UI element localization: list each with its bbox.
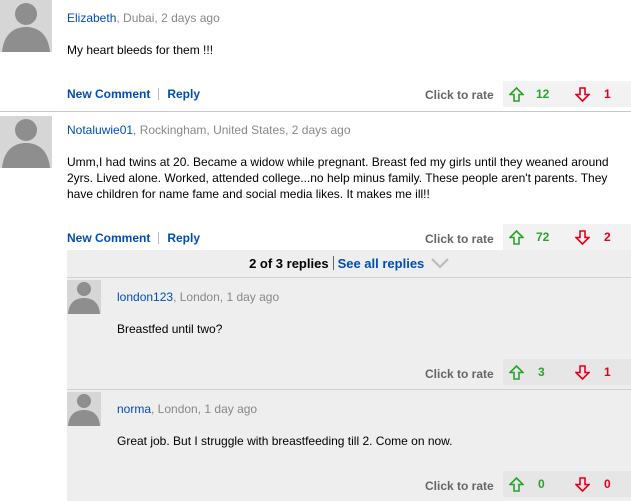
upvote-count: 72	[536, 230, 550, 244]
new-comment-link[interactable]: New Comment	[67, 231, 150, 245]
click-to-rate-label: Click to rate	[425, 367, 494, 381]
reply-author-link[interactable]: london123	[117, 290, 173, 304]
thumb-up-arrow-icon	[509, 229, 524, 245]
comment-actions: New Comment Reply	[67, 87, 200, 101]
comment-location-time: , Dubai, 2 days ago	[116, 11, 220, 25]
click-to-rate-label: Click to rate	[425, 88, 494, 102]
reply-meta: norma, London, 1 day ago	[117, 402, 257, 416]
default-avatar-icon[interactable]	[67, 280, 101, 314]
see-all-replies-link[interactable]: See all replies	[338, 256, 425, 271]
upvote-count: 12	[536, 87, 550, 101]
reply-link[interactable]: Reply	[167, 231, 200, 245]
reply-2: norma, London, 1 day ago Great job. But …	[67, 390, 631, 501]
downvote-count: 1	[604, 365, 611, 379]
thumb-down-arrow-icon	[575, 229, 590, 245]
rating-box: 3 1	[503, 359, 631, 385]
thumb-up-arrow-icon	[509, 476, 524, 492]
upvote-button[interactable]: 12	[509, 81, 549, 107]
reply-meta: london123, London, 1 day ago	[117, 290, 279, 304]
reply-1: london123, London, 1 day ago Breastfed u…	[67, 278, 631, 390]
downvote-count: 1	[604, 87, 611, 101]
upvote-button[interactable]: 3	[509, 359, 545, 385]
default-avatar-icon[interactable]	[0, 116, 52, 168]
upvote-count: 0	[538, 477, 545, 491]
rating-box: 12 1	[503, 81, 631, 107]
upvote-count: 3	[538, 365, 545, 379]
downvote-button[interactable]: 1	[575, 359, 611, 385]
default-avatar-icon[interactable]	[0, 0, 52, 52]
reply-author-link[interactable]: norma	[117, 402, 151, 416]
downvote-count: 0	[604, 477, 611, 491]
comment-author-link[interactable]: Notaluwie01	[67, 123, 133, 137]
rating-box: 0 0	[503, 471, 631, 497]
reply-location-time: , London, 1 day ago	[173, 290, 280, 304]
comment-meta: Elizabeth, Dubai, 2 days ago	[67, 11, 220, 25]
thumb-down-arrow-icon	[575, 86, 590, 102]
actions-divider	[158, 88, 160, 100]
comment-1: Elizabeth, Dubai, 2 days ago My heart bl…	[0, 0, 631, 112]
thumb-up-arrow-icon	[509, 86, 524, 102]
comment-text: Umm,I had twins at 20. Became a widow wh…	[67, 155, 609, 201]
upvote-button[interactable]: 72	[509, 224, 549, 250]
comment-author-link[interactable]: Elizabeth	[67, 11, 116, 25]
upvote-button[interactable]: 0	[509, 471, 545, 497]
replies-header: 2 of 3 replies See all replies	[67, 250, 631, 277]
downvote-button[interactable]: 2	[575, 224, 611, 250]
click-to-rate-label: Click to rate	[425, 479, 494, 493]
thumb-down-arrow-icon	[575, 476, 590, 492]
comment-text: My heart bleeds for them !!!	[67, 43, 214, 57]
comment-location-time: , Rockingham, United States, 2 days ago	[133, 123, 351, 137]
chevron-down-icon[interactable]	[431, 251, 449, 278]
rating-box: 72 2	[503, 224, 631, 250]
reply-link[interactable]: Reply	[167, 87, 200, 101]
reply-text: Breastfed until two?	[117, 322, 223, 336]
reply-location-time: , London, 1 day ago	[151, 402, 258, 416]
downvote-button[interactable]: 0	[575, 471, 611, 497]
thumb-up-arrow-icon	[509, 364, 524, 380]
replies-header-divider	[332, 256, 334, 270]
reply-text: Great job. But I struggle with breastfee…	[117, 434, 453, 448]
actions-divider	[158, 232, 160, 244]
downvote-button[interactable]: 1	[575, 81, 611, 107]
comment-meta: Notaluwie01, Rockingham, United States, …	[67, 123, 351, 137]
thumb-down-arrow-icon	[575, 364, 590, 380]
downvote-count: 2	[604, 230, 611, 244]
replies-count: 2 of 3 replies	[249, 256, 329, 271]
click-to-rate-label: Click to rate	[425, 232, 494, 246]
new-comment-link[interactable]: New Comment	[67, 87, 150, 101]
default-avatar-icon[interactable]	[67, 392, 101, 426]
comment-2: Notaluwie01, Rockingham, United States, …	[0, 112, 631, 250]
comment-actions: New Comment Reply	[67, 231, 200, 245]
